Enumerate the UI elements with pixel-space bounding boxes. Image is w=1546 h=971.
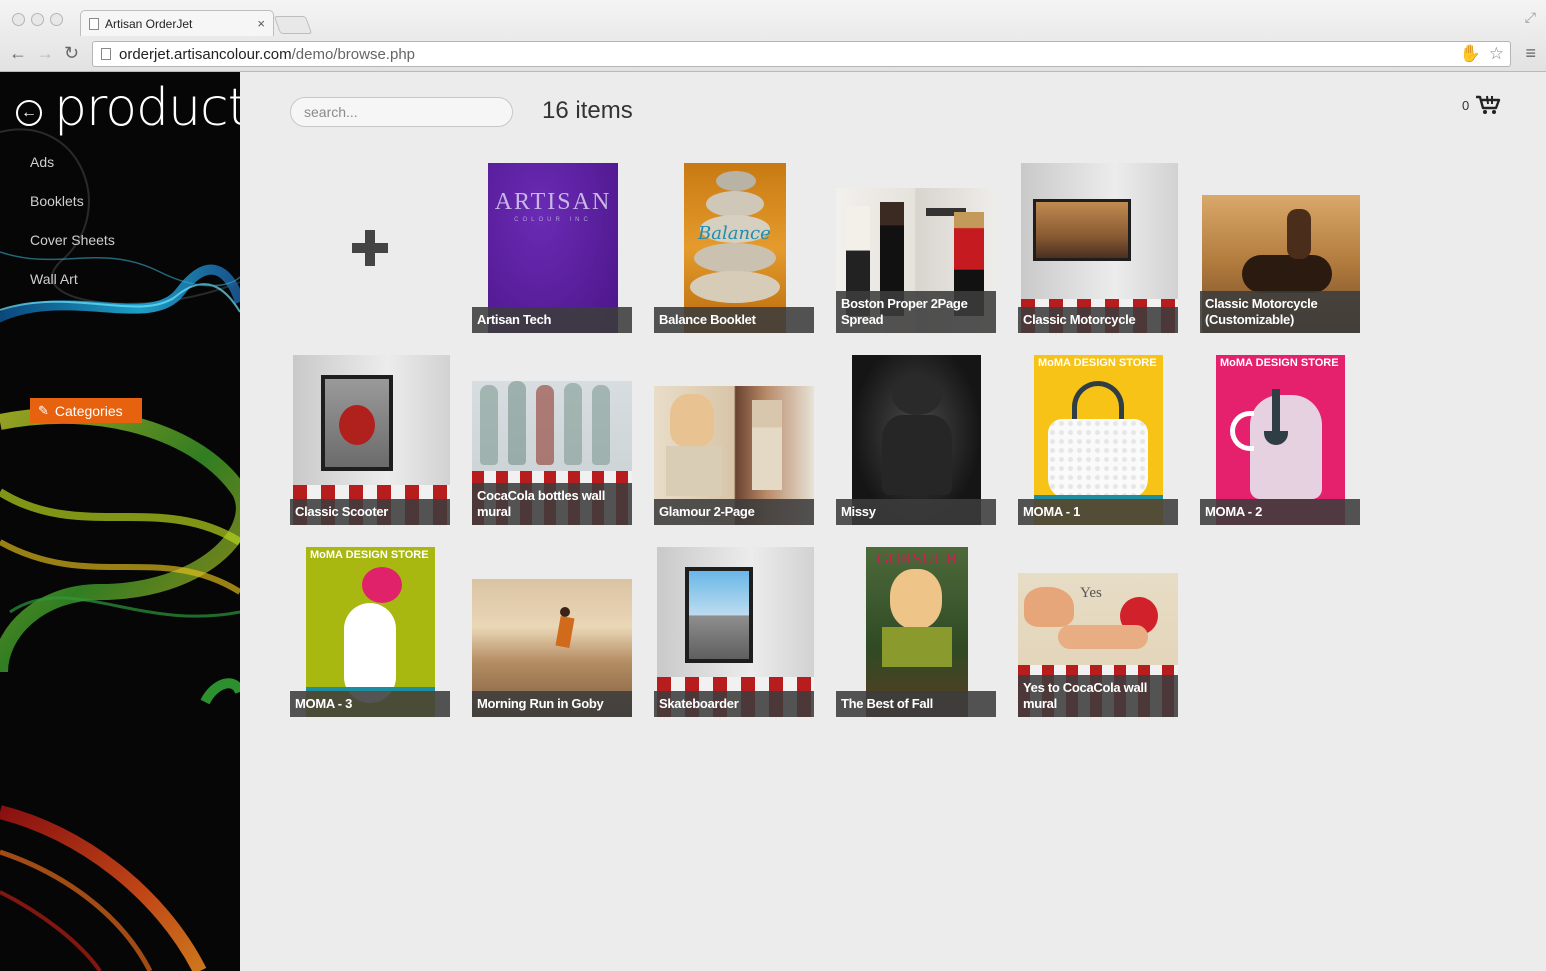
- window-controls: [12, 13, 63, 26]
- categories-button[interactable]: ✎ Categories: [30, 398, 142, 423]
- product-tile[interactable]: Classic Scooter: [290, 355, 450, 525]
- thumbnail-text: ARTISAN: [494, 189, 612, 215]
- product-tile[interactable]: MoMA DESIGN STORE MOMA - 2: [1200, 355, 1360, 525]
- thumbnail-text: MoMA DESIGN STORE: [310, 549, 429, 561]
- product-name: Missy: [836, 499, 996, 525]
- product-name: MOMA - 1: [1018, 499, 1178, 525]
- menu-icon[interactable]: ≡: [1525, 43, 1536, 64]
- minimize-window-button[interactable]: [31, 13, 44, 26]
- product-tile[interactable]: Glamour 2-Page: [654, 355, 814, 525]
- sidebar-item-ads[interactable]: Ads: [30, 154, 115, 193]
- bookmark-star-icon[interactable]: ☆: [1489, 44, 1504, 64]
- product-tile[interactable]: Skateboarder: [654, 547, 814, 717]
- page-icon: [89, 17, 99, 30]
- add-product-button[interactable]: [290, 163, 450, 333]
- thumbnail-text: MoMA DESIGN STORE: [1220, 357, 1339, 369]
- product-name: Classic Motorcycle (Customizable): [1200, 291, 1360, 333]
- product-name: Classic Motorcycle: [1018, 307, 1178, 333]
- product-tile[interactable]: Yes Yes to CocaCola wall mural: [1018, 547, 1178, 717]
- fullscreen-icon[interactable]: ⤢: [1525, 9, 1536, 26]
- product-name: CocaCola bottles wall mural: [472, 483, 632, 525]
- new-tab-button[interactable]: [273, 16, 313, 34]
- product-name: Artisan Tech: [472, 307, 632, 333]
- product-tile[interactable]: Boston Proper 2Page Spread: [836, 163, 996, 333]
- back-circle-icon[interactable]: ←: [16, 100, 42, 126]
- browser-chrome: Artisan OrderJet × ⤢ ← → ↻ orderjet.arti…: [0, 0, 1546, 72]
- category-nav: Ads Booklets Cover Sheets Wall Art: [30, 154, 115, 310]
- product-name: Classic Scooter: [290, 499, 450, 525]
- shopping-cart-icon: [1476, 95, 1501, 114]
- page-title: products: [54, 78, 240, 138]
- url-path: /demo/browse.php: [291, 45, 415, 63]
- product-name: Skateboarder: [654, 691, 814, 717]
- cart[interactable]: 0: [1462, 94, 1501, 116]
- pencil-icon: ✎: [38, 402, 49, 418]
- item-count: 16 items: [542, 97, 633, 124]
- product-tile[interactable]: Missy: [836, 355, 996, 525]
- product-tile[interactable]: MoMA DESIGN STORE MOMA - 1: [1018, 355, 1178, 525]
- back-icon[interactable]: ←: [9, 43, 27, 64]
- product-name: MOMA - 3: [290, 691, 450, 717]
- product-tile[interactable]: Morning Run in Goby: [472, 547, 632, 717]
- product-name: Morning Run in Goby: [472, 691, 632, 717]
- product-tile[interactable]: Balance Balance Booklet: [654, 163, 814, 333]
- extension-icon[interactable]: ✋: [1460, 44, 1481, 64]
- thumbnail-text: MoMA DESIGN STORE: [1038, 357, 1157, 369]
- forward-icon[interactable]: →: [36, 43, 54, 64]
- product-name: Boston Proper 2Page Spread: [836, 291, 996, 333]
- product-name: Balance Booklet: [654, 307, 814, 333]
- product-tile[interactable]: GORSUCH The Best of Fall: [836, 547, 996, 717]
- product-tile[interactable]: ARTISAN COLOUR INC Artisan Tech: [472, 163, 632, 333]
- zoom-window-button[interactable]: [50, 13, 63, 26]
- product-tile[interactable]: Classic Motorcycle (Customizable): [1200, 163, 1360, 333]
- product-name: MOMA - 2: [1200, 499, 1360, 525]
- categories-label: Categories: [54, 402, 123, 419]
- reload-icon[interactable]: ↻: [64, 43, 79, 64]
- product-name: Yes to CocaCola wall mural: [1018, 675, 1178, 717]
- sidebar-item-booklets[interactable]: Booklets: [30, 193, 115, 232]
- thumbnail-text: Balance: [698, 223, 771, 244]
- product-tile[interactable]: CocaCola bottles wall mural: [472, 355, 632, 525]
- sidebar-item-cover-sheets[interactable]: Cover Sheets: [30, 232, 115, 271]
- plus-icon: [352, 230, 388, 266]
- sidebar: ← products Ads Booklets Cover Sheets Wal…: [0, 72, 240, 971]
- search-input[interactable]: [290, 97, 513, 127]
- product-tile[interactable]: Classic Motorcycle: [1018, 163, 1178, 333]
- product-name: The Best of Fall: [836, 691, 996, 717]
- url-host: orderjet.artisancolour.com: [119, 45, 292, 63]
- thumbnail-subtext: COLOUR INC: [514, 217, 592, 223]
- page-icon: [101, 48, 111, 60]
- browser-tab[interactable]: Artisan OrderJet ×: [80, 10, 274, 36]
- tab-close-icon[interactable]: ×: [257, 16, 265, 31]
- close-window-button[interactable]: [12, 13, 25, 26]
- sidebar-item-wall-art[interactable]: Wall Art: [30, 271, 115, 310]
- thumbnail-text: GORSUCH: [876, 549, 958, 568]
- product-name: Glamour 2-Page: [654, 499, 814, 525]
- thumbnail-text: Yes: [1080, 585, 1102, 601]
- product-tile[interactable]: MoMA DESIGN STORE MOMA - 3: [290, 547, 450, 717]
- cart-count: 0: [1462, 97, 1470, 113]
- address-bar[interactable]: orderjet.artisancolour.com/demo/browse.p…: [92, 41, 1511, 67]
- tab-title: Artisan OrderJet: [105, 16, 193, 31]
